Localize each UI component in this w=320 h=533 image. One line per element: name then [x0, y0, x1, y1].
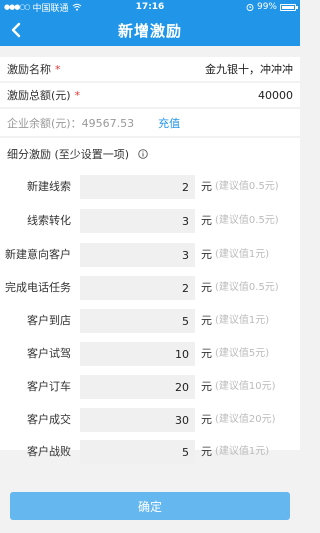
incentive-item: 新建线索 元 (建议值0.5元): [0, 175, 300, 202]
item-label: 客户试驾: [27, 347, 71, 360]
incentive-total-value[interactable]: 40000: [258, 89, 293, 102]
item-label: 客户到店: [27, 314, 71, 327]
incentive-item: 客户成交 元 (建议值20元): [0, 408, 300, 435]
item-amount-input[interactable]: [80, 175, 195, 199]
chevron-left-icon[interactable]: [8, 21, 26, 39]
item-label: 客户战败: [27, 445, 71, 458]
incentive-total-row[interactable]: 激励总额(元) * 40000: [0, 83, 300, 107]
item-label: 客户成交: [27, 413, 71, 426]
item-unit: 元: [201, 380, 212, 393]
section-title: 细分激励 (至少设置一项): [7, 148, 130, 161]
breakdown-section: 细分激励 (至少设置一项) 新建线索 元 (建议值0.5元) 线索转化 元 (建…: [0, 138, 300, 464]
incentive-item: 客户试驾 元 (建议值5元): [0, 342, 300, 369]
incentive-item: 客户到店 元 (建议值1元): [0, 309, 300, 336]
item-hint: (建议值0.5元): [215, 215, 279, 226]
item-amount-input[interactable]: [80, 209, 195, 233]
required-mark: *: [55, 62, 61, 76]
item-unit: 元: [201, 347, 212, 360]
item-hint: (建议值20元): [215, 414, 276, 425]
incentive-name-row[interactable]: 激励名称 * 金九银十，冲冲冲: [0, 57, 300, 81]
balance-text: 企业余额(元)：49567.53: [7, 116, 135, 130]
incentive-item: 客户战败 元 (建议值1元): [0, 440, 300, 467]
section-header: 细分激励 (至少设置一项): [7, 146, 148, 162]
battery-icon: [280, 3, 298, 11]
item-hint: (建议值1元): [215, 249, 270, 260]
item-hint: (建议值1元): [215, 315, 270, 326]
item-unit: 元: [201, 413, 212, 426]
incentive-total-label: 激励总额(元): [7, 89, 71, 102]
item-unit: 元: [201, 248, 212, 261]
item-amount-input[interactable]: [80, 309, 195, 333]
balance-row: 企业余额(元)：49567.53 充值: [0, 109, 300, 136]
item-unit: 元: [201, 180, 212, 193]
status-bar: ●●●○○ 中国联通 17:16 99%: [0, 0, 300, 14]
item-amount-input[interactable]: [80, 276, 195, 300]
item-amount-input[interactable]: [80, 440, 195, 464]
item-hint: (建议值0.5元): [215, 282, 279, 293]
item-unit: 元: [201, 314, 212, 327]
item-unit: 元: [201, 214, 212, 227]
item-unit: 元: [201, 281, 212, 294]
info-icon[interactable]: [138, 149, 148, 159]
item-hint: (建议值1元): [215, 446, 270, 457]
incentive-item: 客户订车 元 (建议值10元): [0, 375, 300, 402]
required-mark: *: [74, 88, 81, 102]
confirm-button[interactable]: 确定: [10, 492, 290, 520]
incentive-item: 新建意向客户 元 (建议值1元): [0, 243, 300, 270]
incentive-name-label: 激励名称: [7, 63, 51, 76]
item-amount-input[interactable]: [80, 342, 195, 366]
item-unit: 元: [201, 445, 212, 458]
item-hint: (建议值0.5元): [215, 181, 279, 192]
page-title: 新增激励: [117, 21, 182, 40]
clock: 17:16: [135, 2, 165, 12]
item-label: 新建线索: [27, 180, 71, 193]
item-label: 客户订车: [27, 380, 71, 393]
item-label: 线索转化: [27, 214, 71, 227]
incentive-item: 线索转化 元 (建议值0.5元): [0, 209, 300, 236]
item-amount-input[interactable]: [80, 408, 195, 432]
item-amount-input[interactable]: [80, 243, 195, 267]
incentive-name-value[interactable]: 金九银十，冲冲冲: [205, 61, 293, 77]
item-hint: (建议值5元): [215, 348, 270, 359]
item-amount-input[interactable]: [80, 375, 195, 399]
recharge-link[interactable]: 充值: [158, 115, 180, 131]
item-label: 新建意向客户: [5, 248, 71, 261]
nav-bar: 新增激励: [0, 14, 300, 46]
item-hint: (建议值10元): [215, 381, 276, 392]
item-label: 完成电话任务: [5, 281, 71, 294]
incentive-item: 完成电话任务 元 (建议值0.5元): [0, 276, 300, 303]
